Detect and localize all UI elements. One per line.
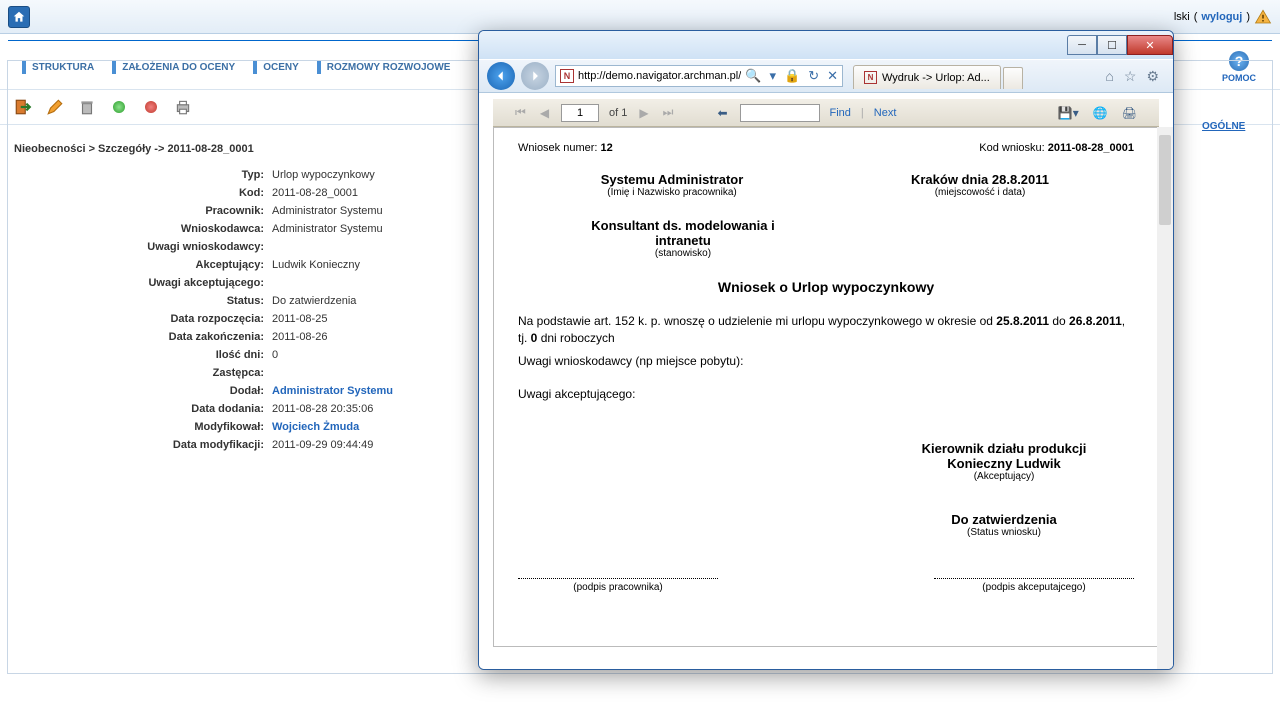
lbl-wniosk: Wnioskodawca: xyxy=(14,223,264,235)
print-report-icon[interactable]: 🖨 xyxy=(1120,106,1139,120)
stop-icon[interactable]: ✕ xyxy=(827,68,838,84)
report-viewport[interactable]: Wniosek numer: 12 Kod wniosku: 2011-08-2… xyxy=(479,127,1173,669)
page-of: of 1 xyxy=(609,107,627,119)
help-icon: ? xyxy=(1229,51,1249,71)
position: Konsultant ds. modelowania i intranetu xyxy=(568,218,798,248)
home-icon[interactable]: ⌂ xyxy=(1105,68,1113,85)
find-link[interactable]: Find xyxy=(830,107,851,119)
tab-favicon-icon: N xyxy=(864,71,877,84)
lbl-uwagi-w: Uwagi wnioskodawcy: xyxy=(14,241,264,253)
address-bar[interactable]: N 🔍 ▾ 🔒 ↻ ✕ xyxy=(555,65,843,87)
home-button[interactable] xyxy=(8,6,30,28)
lbl-mod: Modyfikował: xyxy=(14,421,264,433)
address-bar-row: N 🔍 ▾ 🔒 ↻ ✕ N Wydruk -> Urlop: Ad... ⌂ xyxy=(479,59,1173,93)
lbl-data-roz: Data rozpoczęcia: xyxy=(14,313,264,325)
dropdown-icon[interactable]: ▾ xyxy=(769,68,776,84)
url-input[interactable] xyxy=(578,70,741,82)
tab-rozmowy[interactable]: ROZMOWY ROZWOJOWE xyxy=(309,56,459,78)
parent-report-icon[interactable]: ⬅ xyxy=(715,106,729,120)
new-tab-button[interactable] xyxy=(1003,67,1023,89)
export-icon[interactable]: 💾▾ xyxy=(1056,106,1081,120)
city-date: Kraków dnia 28.8.2011 xyxy=(826,172,1134,187)
find-input[interactable] xyxy=(740,104,820,122)
browser-tab[interactable]: N Wydruk -> Urlop: Ad... xyxy=(853,65,1001,89)
forward-button[interactable] xyxy=(521,62,549,90)
minimize-button[interactable]: ─ xyxy=(1067,35,1097,55)
tab-struktura[interactable]: STRUKTURA xyxy=(14,56,102,78)
search-icon[interactable]: 🔍 xyxy=(745,68,761,84)
tab-oceny[interactable]: OCENY xyxy=(245,56,307,78)
lbl-prac: Pracownik: xyxy=(14,205,264,217)
lbl-kod: Kod: xyxy=(14,187,264,199)
favicon-icon: N xyxy=(560,69,574,83)
reject-icon[interactable] xyxy=(142,98,160,116)
page-input[interactable] xyxy=(561,104,599,122)
right-panel: OGÓLNE xyxy=(1202,120,1272,132)
window-titlebar[interactable]: ─ ☐ ✕ xyxy=(479,31,1173,59)
home-icon xyxy=(12,10,26,24)
lbl-data-dod: Data dodania: xyxy=(14,403,264,415)
first-page-icon[interactable]: ⏮ xyxy=(513,105,528,120)
print-icon[interactable] xyxy=(174,98,192,116)
report-title: Wniosek o Urlop wypoczynkowy xyxy=(518,279,1134,295)
sig-accept: (podpis akceputajcego) xyxy=(934,578,1134,593)
prev-page-icon[interactable]: ◀ xyxy=(538,106,551,120)
scrollbar[interactable] xyxy=(1157,127,1173,669)
lbl-dodal: Dodał: xyxy=(14,385,264,397)
lbl-data-mod: Data modyfikacji: xyxy=(14,439,264,451)
next-page-icon[interactable]: ▶ xyxy=(637,106,650,120)
lock-icon: 🔒 xyxy=(784,68,800,84)
lbl-status: Status: xyxy=(14,295,264,307)
refresh-icon[interactable]: ↻ xyxy=(808,68,819,84)
lbl-data-zak: Data zakończenia: xyxy=(14,331,264,343)
favorites-icon[interactable]: ☆ xyxy=(1124,68,1137,85)
ogolne-link[interactable]: OGÓLNE xyxy=(1202,121,1245,132)
close-button[interactable]: ✕ xyxy=(1127,35,1173,55)
back-button[interactable] xyxy=(487,62,515,90)
scroll-thumb[interactable] xyxy=(1159,135,1171,225)
logout-link[interactable]: wyloguj xyxy=(1201,11,1242,23)
exit-icon[interactable] xyxy=(14,98,32,116)
lbl-zast: Zastępca: xyxy=(14,367,264,379)
lbl-typ: Typ: xyxy=(14,169,264,181)
lbl-uwagi-a: Uwagi akceptującego: xyxy=(14,277,264,289)
delete-icon[interactable] xyxy=(78,98,96,116)
report-toolbar: ⏮ ◀ of 1 ▶ ⏭ ⬅ Find | Next 💾▾ 🌐 🖨 xyxy=(493,99,1159,127)
report-page: Wniosek numer: 12 Kod wniosku: 2011-08-2… xyxy=(493,127,1159,647)
link-dodal[interactable]: Administrator Systemu xyxy=(272,385,393,397)
edit-icon[interactable] xyxy=(46,98,64,116)
maximize-button[interactable]: ☐ xyxy=(1097,35,1127,55)
refresh-report-icon[interactable]: 🌐 xyxy=(1091,106,1110,120)
lbl-akc: Akceptujący: xyxy=(14,259,264,271)
warning-icon xyxy=(1254,8,1272,26)
tools-icon[interactable]: ⚙ xyxy=(1146,68,1159,85)
approve-icon[interactable] xyxy=(110,98,128,116)
ie-popup-window: ─ ☐ ✕ N 🔍 ▾ 🔒 ↻ ✕ N xyxy=(478,30,1174,670)
lang-suffix: lski xyxy=(1174,11,1190,23)
help-button[interactable]: ? POMOC xyxy=(1212,51,1266,83)
topbar: lski (wyloguj) xyxy=(0,0,1280,34)
sig-employee: (podpis pracownika) xyxy=(518,578,718,593)
tab-title: Wydruk -> Urlop: Ad... xyxy=(882,72,990,84)
report-body: Na podstawie art. 152 k. p. wnoszę o udz… xyxy=(518,313,1134,347)
tab-zalozenia[interactable]: ZAŁOŻENIA DO OCENY xyxy=(104,56,243,78)
employee-name: Systemu Administrator xyxy=(518,172,826,187)
lbl-ilosc: Ilość dni: xyxy=(14,349,264,361)
link-mod[interactable]: Wojciech Żmuda xyxy=(272,421,359,433)
next-link[interactable]: Next xyxy=(874,107,897,119)
last-page-icon[interactable]: ⏭ xyxy=(661,105,676,120)
